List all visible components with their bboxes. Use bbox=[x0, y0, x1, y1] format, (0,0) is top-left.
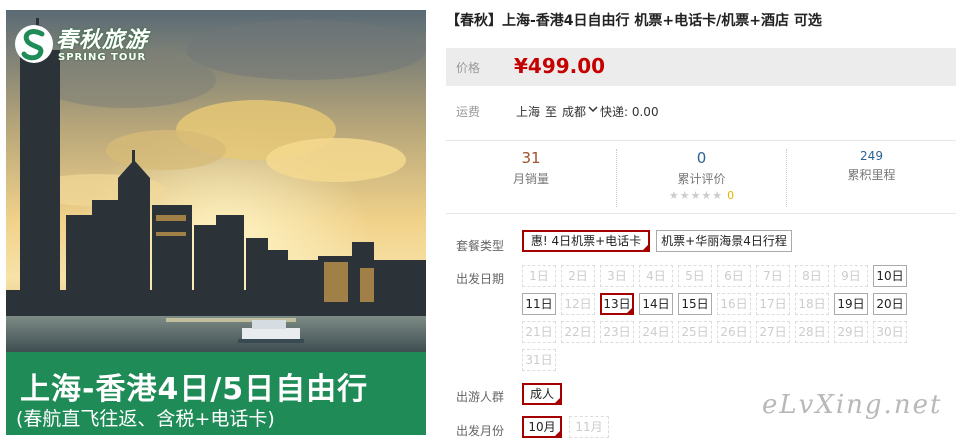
reviews-stat[interactable]: 0 累计评价 ★★★★★ 0 bbox=[616, 149, 786, 207]
date-option[interactable]: 22日 bbox=[561, 321, 595, 343]
month-option[interactable]: 10月 bbox=[522, 416, 562, 438]
product-banner: 春秋旅游 SPRING TOUR 上海-香港4日/5日自由行 (春航直飞往返、含… bbox=[6, 10, 426, 435]
date-option[interactable]: 29日 bbox=[834, 321, 868, 343]
date-option[interactable]: 6日 bbox=[717, 265, 751, 287]
shipping-label: 运费 bbox=[456, 105, 481, 119]
date-option[interactable]: 14日 bbox=[639, 293, 673, 315]
spring-tour-logo: 春秋旅游 SPRING TOUR bbox=[14, 20, 154, 70]
brand-name-en: SPRING TOUR bbox=[58, 52, 147, 63]
shipping-origin: 上海 bbox=[516, 105, 541, 119]
package-type-label: 套餐类型 bbox=[456, 239, 505, 253]
date-option[interactable]: 30日 bbox=[873, 321, 907, 343]
date-option[interactable]: 8日 bbox=[795, 265, 829, 287]
date-option[interactable]: 31日 bbox=[522, 349, 556, 371]
shipping-to-text: 至 bbox=[545, 105, 558, 119]
date-option[interactable]: 3日 bbox=[600, 265, 634, 287]
banner-subtitle: (春航直飞往返、含税+电话卡) bbox=[16, 408, 275, 430]
date-option[interactable]: 1日 bbox=[522, 265, 556, 287]
reviews-label[interactable]: 累计评价 bbox=[617, 170, 786, 187]
date-option[interactable]: 10日 bbox=[873, 265, 907, 287]
monthly-sales-stat: 31 月销量 bbox=[446, 149, 616, 207]
monthly-sales-label: 月销量 bbox=[512, 172, 549, 186]
shipping-fee: 快递: 0.00 bbox=[600, 105, 659, 119]
shipping-row: 运费 上海 至 成都 快递: 0.00 bbox=[446, 100, 956, 122]
date-option[interactable]: 12日 bbox=[561, 293, 595, 315]
banner-caption-strip: 上海-香港4日/5日自由行 (春航直飞往返、含税+电话卡) bbox=[6, 352, 426, 435]
package-option[interactable]: 惠! 4日机票+电话卡 bbox=[522, 230, 650, 252]
date-option[interactable]: 28日 bbox=[795, 321, 829, 343]
departure-month-label: 出发月份 bbox=[456, 424, 505, 438]
date-option[interactable]: 9日 bbox=[834, 265, 868, 287]
month-option[interactable]: 11月 bbox=[569, 416, 609, 438]
monthly-sales-value: 31 bbox=[521, 149, 541, 167]
date-option[interactable]: 15日 bbox=[678, 293, 712, 315]
date-option[interactable]: 21日 bbox=[522, 321, 556, 343]
watermark: eLvXing.net bbox=[762, 390, 943, 420]
date-option[interactable]: 5日 bbox=[678, 265, 712, 287]
date-option[interactable]: 23日 bbox=[600, 321, 634, 343]
date-option[interactable]: 11日 bbox=[522, 293, 556, 315]
shipping-destination-select[interactable]: 成都 bbox=[562, 103, 586, 120]
spring-tour-logo-mark-icon bbox=[15, 25, 53, 63]
date-option[interactable]: 26日 bbox=[717, 321, 751, 343]
product-stats: 31 月销量 0 累计评价 ★★★★★ 0 249 累积里程 bbox=[446, 140, 956, 214]
date-option[interactable]: 13日 bbox=[600, 293, 634, 315]
price-label: 价格 bbox=[456, 61, 481, 75]
reviews-value[interactable]: 0 bbox=[617, 149, 786, 167]
date-option[interactable]: 24日 bbox=[639, 321, 673, 343]
product-title: 【春秋】上海-香港4日自由行 机票+电话卡/机票+酒店 可选 bbox=[446, 13, 822, 29]
date-option[interactable]: 17日 bbox=[756, 293, 790, 315]
rating-star-count: 0 bbox=[727, 189, 735, 202]
date-option[interactable]: 20日 bbox=[873, 293, 907, 315]
date-option[interactable]: 7日 bbox=[756, 265, 790, 287]
date-option[interactable]: 25日 bbox=[678, 321, 712, 343]
miles-label: 累积里程 bbox=[847, 168, 896, 182]
traveler-option[interactable]: 成人 bbox=[522, 383, 562, 405]
miles-stat: 249 累积里程 bbox=[786, 149, 956, 207]
price-box: 价格 ¥499.00 bbox=[446, 48, 956, 86]
rating-stars: ★★★★★ bbox=[668, 189, 724, 202]
banner-title: 上海-香港4日/5日自由行 bbox=[20, 372, 369, 407]
chevron-down-icon[interactable] bbox=[588, 103, 598, 115]
price-value: ¥499.00 bbox=[514, 54, 606, 78]
date-option[interactable]: 16日 bbox=[717, 293, 751, 315]
traveler-group-label: 出游人群 bbox=[456, 390, 505, 404]
miles-value: 249 bbox=[860, 149, 883, 163]
rating-stars-icon: ★★★★★ 0 bbox=[617, 189, 786, 202]
brand-name-cn: 春秋旅游 bbox=[56, 27, 149, 53]
package-option[interactable]: 机票+华丽海景4日行程 bbox=[656, 230, 792, 252]
departure-date-label: 出发日期 bbox=[456, 272, 505, 286]
date-option[interactable]: 4日 bbox=[639, 265, 673, 287]
date-option[interactable]: 27日 bbox=[756, 321, 790, 343]
date-option[interactable]: 18日 bbox=[795, 293, 829, 315]
date-option[interactable]: 2日 bbox=[561, 265, 595, 287]
date-option[interactable]: 19日 bbox=[834, 293, 868, 315]
